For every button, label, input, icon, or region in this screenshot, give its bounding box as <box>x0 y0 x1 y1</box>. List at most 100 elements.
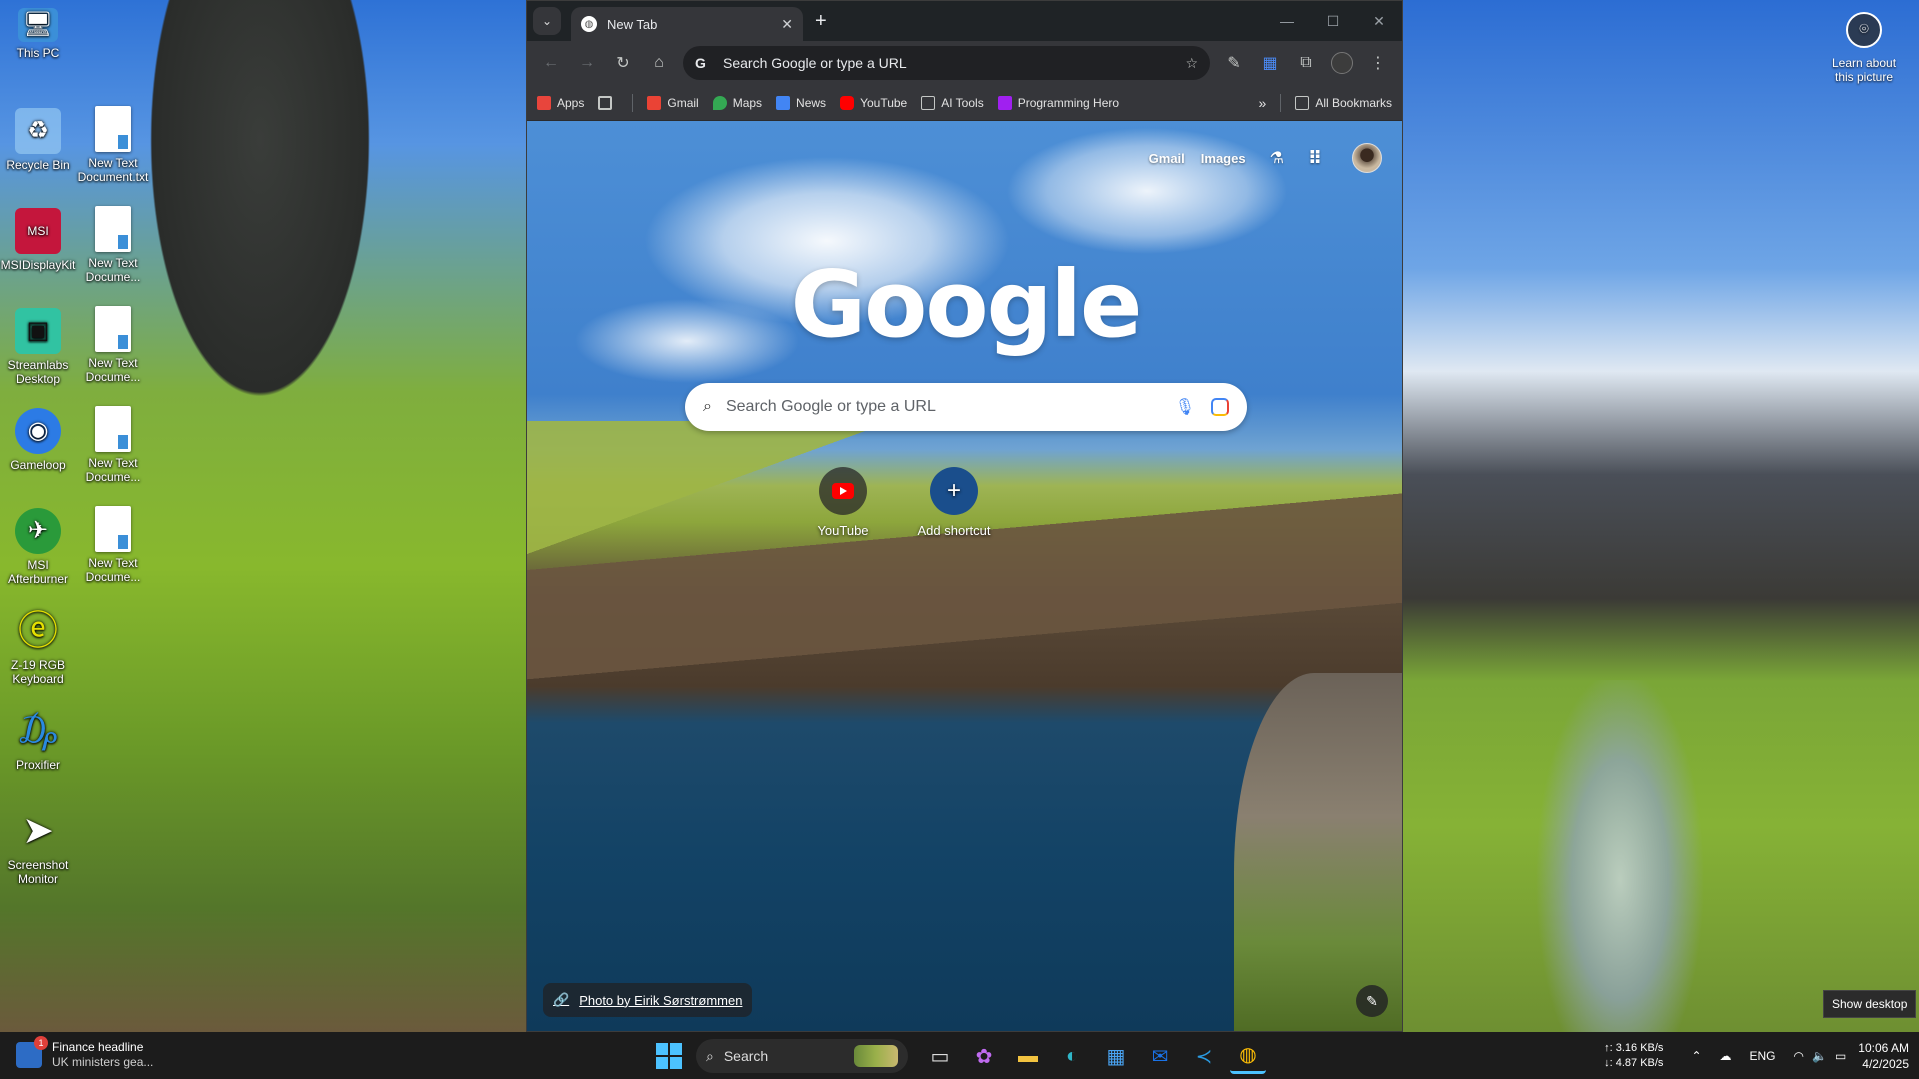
desktop-icon-this-pc[interactable]: 🖥 This PC <box>0 8 76 60</box>
bookmark-ai-tools[interactable]: AI Tools <box>921 95 984 110</box>
maximize-button[interactable]: ☐ <box>1310 1 1356 41</box>
chrome-favicon-icon: ◍ <box>581 16 597 32</box>
learn-about-picture[interactable]: ⌾ Learn about this picture <box>1826 12 1902 84</box>
onedrive-cloud-icon[interactable]: ☁ <box>1720 1049 1732 1063</box>
bookmark-star-icon[interactable]: ☆ <box>1185 55 1198 72</box>
desktop-icon-msi-afterburner[interactable]: ✈ MSI Afterburner <box>0 508 76 586</box>
browser-window: ⌄ ◍ New Tab ✕ + — ☐ ✕ ← → ↻ ⌂ G Search G… <box>526 0 1403 1032</box>
clock[interactable]: 10:06 AM 4/2/2025 <box>1858 1040 1909 1072</box>
desktop-icon-msidisplaykit[interactable]: MSI MSIDisplayKit <box>0 208 76 272</box>
more-bookmarks-chevron-icon[interactable]: » <box>1259 95 1267 111</box>
desktop-icon-proxifier[interactable]: ₯ Proxifier <box>0 708 76 772</box>
tab-title: New Tab <box>607 16 658 32</box>
labs-flask-icon[interactable]: ⚗ <box>1270 148 1284 168</box>
bookmark-maps[interactable]: Maps <box>712 95 762 110</box>
all-bookmarks-button[interactable]: All Bookmarks <box>1295 95 1392 110</box>
edge-icon[interactable]: ◐ <box>1054 1038 1090 1074</box>
address-bar[interactable]: G Search Google or type a URL ☆ <box>683 46 1210 80</box>
google-logo: Google <box>790 251 1143 358</box>
taskbar-search[interactable]: ⌕ Search <box>696 1039 908 1073</box>
shortcut-youtube[interactable]: YouTube <box>793 467 893 538</box>
tab-new-tab[interactable]: ◍ New Tab ✕ <box>571 7 803 41</box>
voice-search-mic-icon[interactable]: 🎙 <box>1175 397 1195 417</box>
bookmark-gmail[interactable]: Gmail <box>647 95 699 110</box>
maps-icon <box>712 95 727 110</box>
bookmark-separator <box>1280 93 1282 112</box>
language-indicator[interactable]: ENG <box>1750 1049 1776 1063</box>
forward-button[interactable]: → <box>569 45 605 81</box>
copilot-icon[interactable]: ✿ <box>966 1038 1002 1074</box>
wifi-icon[interactable]: ◠ <box>1794 1049 1804 1063</box>
show-desktop-tooltip: Show desktop <box>1823 990 1917 1018</box>
task-view-icon[interactable]: ▭ <box>922 1038 958 1074</box>
tab-strip: ⌄ ◍ New Tab ✕ + — ☐ ✕ <box>527 1 1402 41</box>
folder-icon <box>921 95 936 110</box>
folder-icon <box>1295 95 1310 110</box>
store-icon[interactable]: ▦ <box>1098 1038 1134 1074</box>
account-avatar[interactable] <box>1352 143 1382 173</box>
news-widget[interactable]: 1 Finance headline UK ministers gea... <box>16 1036 153 1070</box>
battery-icon[interactable]: ▭ <box>1835 1049 1846 1063</box>
browser-toolbar: ← → ↻ ⌂ G Search Google or type a URL ☆ … <box>527 41 1402 85</box>
volume-icon[interactable]: 🔈 <box>1812 1049 1827 1063</box>
extensions-icon[interactable]: ⧉ <box>1288 45 1324 81</box>
bookmark-apps[interactable]: Apps <box>537 95 584 110</box>
back-button[interactable]: ← <box>533 45 569 81</box>
google-g-icon: G <box>695 55 706 71</box>
desktop-icon-text-doc[interactable]: New Text Docume... <box>75 306 151 384</box>
gameloop-icon: ◉ <box>15 408 61 454</box>
gmail-link[interactable]: Gmail <box>1149 151 1185 166</box>
customize-pencil-icon[interactable]: ✎ <box>1356 985 1388 1017</box>
streamlabs-icon: ▣ <box>15 308 61 354</box>
profile-button[interactable] <box>1324 45 1360 81</box>
desktop-icon-gameloop[interactable]: ◉ Gameloop <box>0 408 76 472</box>
desktop-icon-streamlabs[interactable]: ▣ Streamlabs Desktop <box>0 308 76 386</box>
desktop-icon-text-doc[interactable]: New Text Docume... <box>75 506 151 584</box>
google-lens-icon[interactable] <box>1211 398 1229 416</box>
menu-kebab-icon[interactable]: ⋮ <box>1360 45 1396 81</box>
file-explorer-icon[interactable]: ▬ <box>1010 1038 1046 1074</box>
bookmark-news[interactable]: News <box>776 95 826 110</box>
text-document-icon <box>95 506 131 552</box>
tab-search-button[interactable]: ⌄ <box>533 7 561 35</box>
eyedropper-icon[interactable]: ✎ <box>1216 45 1252 81</box>
bookmark-tab-groups[interactable] <box>598 95 618 110</box>
outlook-icon[interactable]: ✉ <box>1142 1038 1178 1074</box>
reload-button[interactable]: ↻ <box>605 45 641 81</box>
translate-icon[interactable]: ▦ <box>1252 45 1288 81</box>
desktop-icon-screenshot-monitor[interactable]: ➤ Screenshot Monitor <box>0 808 76 886</box>
ntp-search-box[interactable]: ⌕ Search Google or type a URL 🎙 <box>685 383 1247 431</box>
chevron-up-icon[interactable]: ⌃ <box>1691 1049 1701 1063</box>
home-button[interactable]: ⌂ <box>641 45 677 81</box>
desktop-icon-z19-keyboard[interactable]: ⓔ Z-19 RGB Keyboard <box>0 608 76 686</box>
close-tab-icon[interactable]: ✕ <box>781 16 793 33</box>
avatar <box>1331 52 1353 74</box>
computer-icon: 🖥 <box>18 8 58 42</box>
bookmark-youtube[interactable]: YouTube <box>840 95 907 110</box>
desktop-icon-text-doc[interactable]: New Text Docume... <box>75 406 151 484</box>
desktop-icon-text-doc[interactable]: New Text Document.txt <box>75 106 151 184</box>
google-apps-icon[interactable]: ⠿ <box>1308 148 1322 169</box>
tab-groups-icon <box>598 95 613 110</box>
chrome-icon[interactable]: ◍ <box>1230 1038 1266 1074</box>
desktop-icon-text-doc[interactable]: New Text Docume... <box>75 206 151 284</box>
new-tab-button[interactable]: + <box>815 10 827 33</box>
images-link[interactable]: Images <box>1201 151 1246 166</box>
text-document-icon <box>95 106 131 152</box>
taskbar-center: ⌕ Search ▭ ✿ ▬ ◐ ▦ ✉ ≺ ◍ <box>656 1038 1274 1074</box>
text-document-icon <box>95 406 131 452</box>
taskbar: 1 Finance headline UK ministers gea... ⌕… <box>0 1032 1919 1079</box>
programming-hero-icon <box>997 95 1012 110</box>
text-document-icon <box>95 306 131 352</box>
desktop-icon-recycle-bin[interactable]: ♻ Recycle Bin <box>0 108 76 172</box>
minimize-button[interactable]: — <box>1264 1 1310 41</box>
bookmark-programming-hero[interactable]: Programming Hero <box>997 95 1119 110</box>
shortcut-add[interactable]: + Add shortcut <box>904 467 1004 538</box>
photo-credit-link[interactable]: 🔗 Photo by Eirik Sørstrømmen <box>543 983 753 1017</box>
youtube-icon <box>840 95 855 110</box>
new-tab-page: Gmail Images ⚗ ⠿ Google ⌕ Search Google … <box>527 121 1402 1031</box>
vscode-icon[interactable]: ≺ <box>1186 1038 1222 1074</box>
close-window-button[interactable]: ✕ <box>1356 1 1402 41</box>
start-windows-icon[interactable] <box>656 1043 682 1069</box>
news-title: Finance headline <box>52 1040 144 1054</box>
